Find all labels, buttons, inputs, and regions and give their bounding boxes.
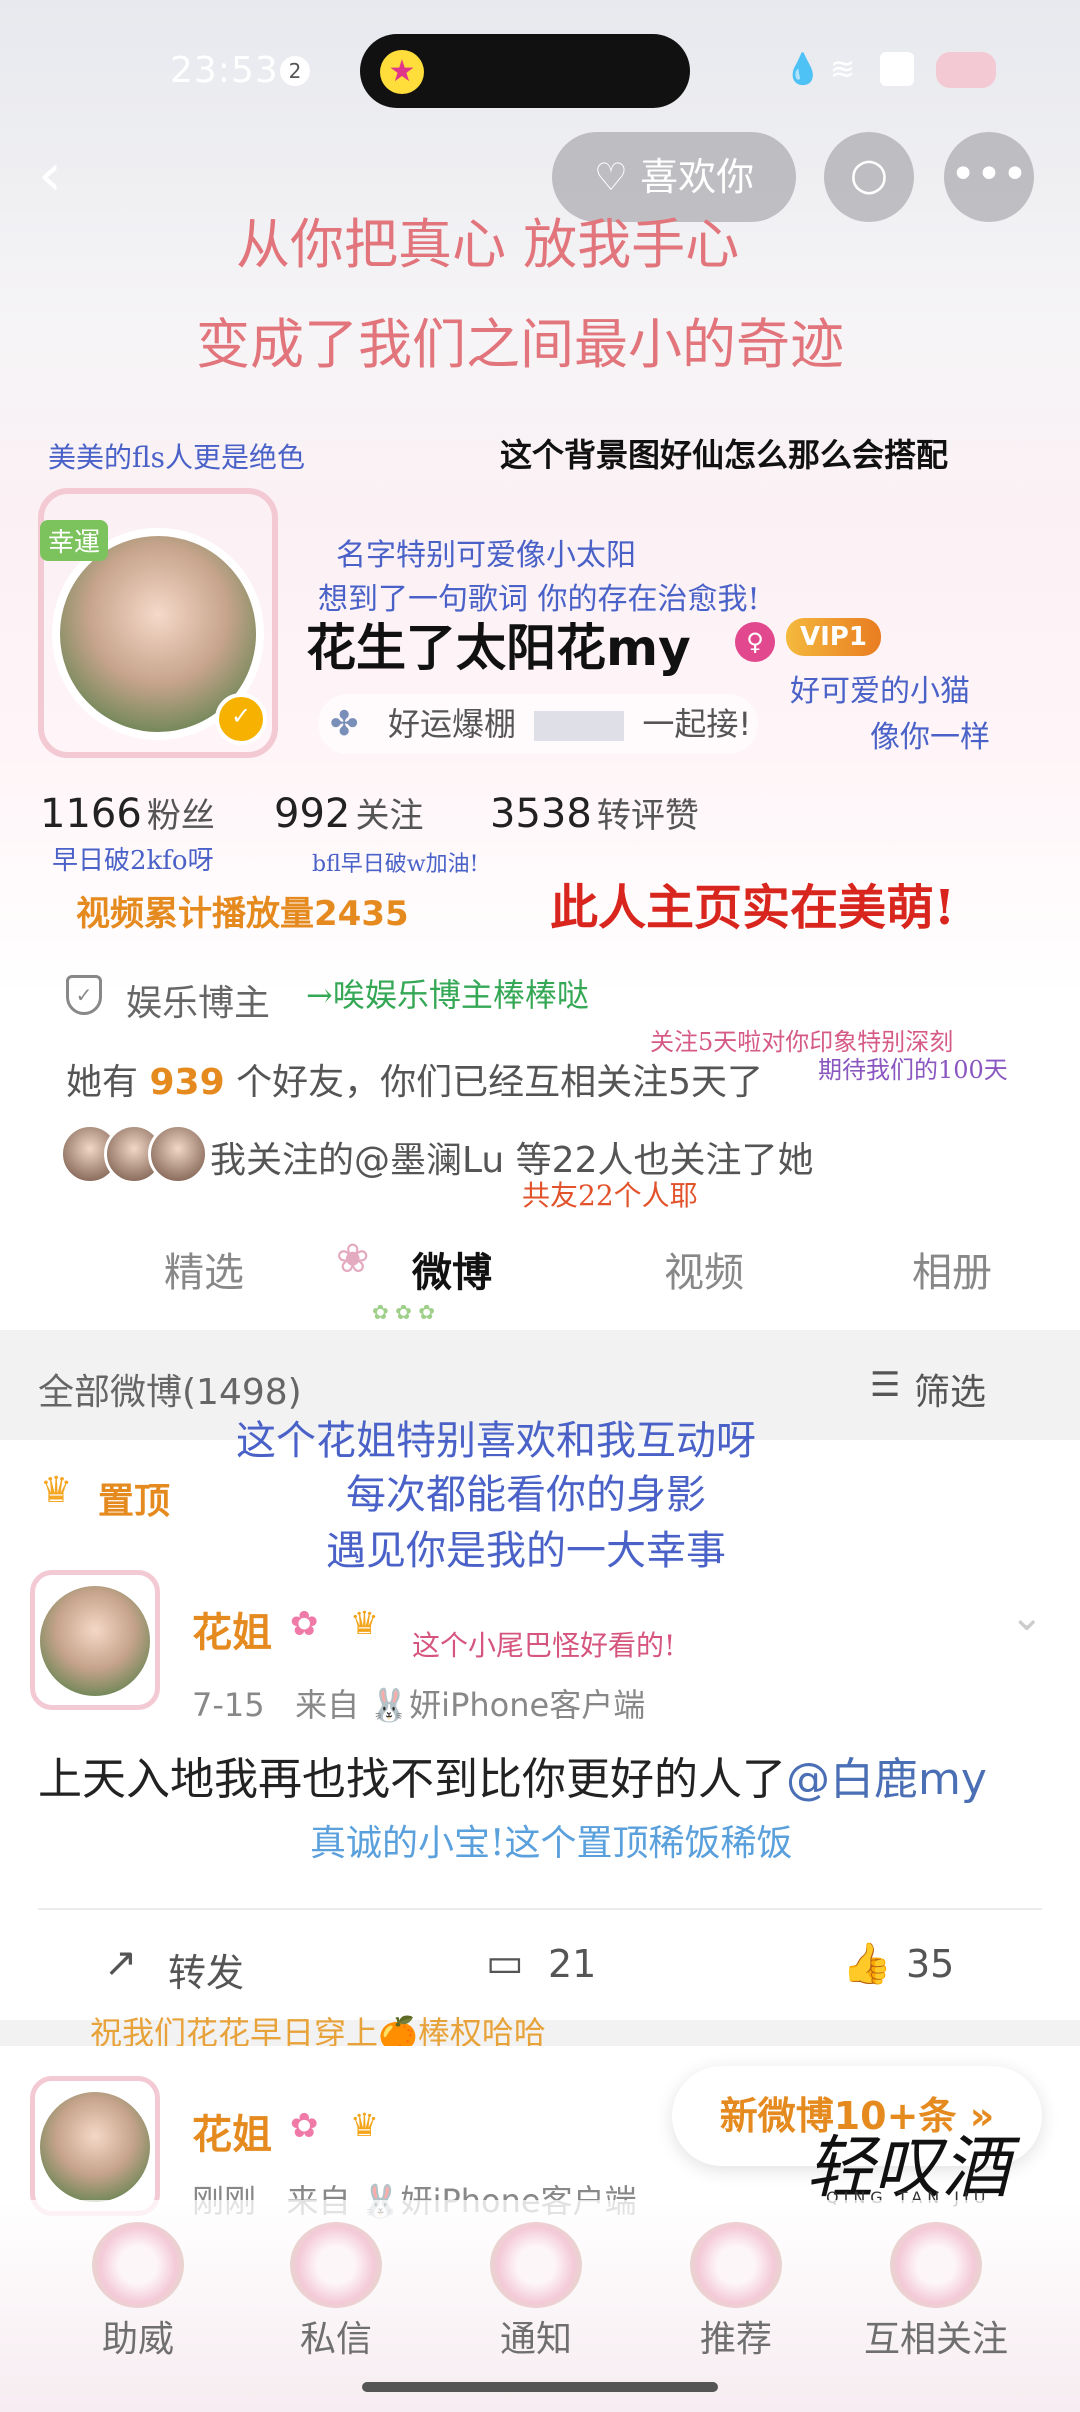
decor-mutual-note: 共友22个人耶 — [522, 1179, 698, 1212]
wifi-icon: ≋ — [830, 52, 856, 87]
clover-icon: ✤ — [330, 704, 359, 744]
search-icon: ○ — [849, 149, 889, 200]
like-count[interactable]: 35 — [906, 1942, 954, 1986]
comment-icon: ▭ — [486, 1940, 524, 1986]
battery-icon — [936, 52, 996, 88]
nav-mutual-follow[interactable]: 互相关注 — [846, 2310, 1026, 2362]
signature-pill[interactable]: 好运爆棚 一起接! — [318, 694, 758, 754]
decor-post-note: 真诚的小宝!这个置顶稀饭稀饭 — [310, 1823, 793, 1864]
nav-cheer[interactable]: 助威 — [48, 2310, 228, 2362]
post-author-name[interactable]: 花姐 — [192, 2102, 272, 2160]
more-button[interactable]: ••• — [944, 132, 1034, 222]
repost-button[interactable]: 转发 — [168, 1942, 244, 1997]
verified-icon: ✓ — [215, 693, 267, 745]
comment-count[interactable]: 21 — [548, 1942, 596, 1986]
post-meta: 7-15 来自 🐰妍iPhone客户端 — [192, 1686, 646, 1724]
signature-text-b: 一起接! — [642, 705, 752, 743]
decor-pin-note-3: 遇见你是我的一大幸事 — [326, 1528, 726, 1574]
thumbs-up-icon: 👍 — [842, 1941, 892, 1987]
decor-pin-note-1: 这个花姐特别喜欢和我互动呀 — [236, 1418, 756, 1464]
decor-days-note-2: 期待我们的100天 — [818, 1056, 1008, 1084]
pinned-label: 置顶 — [98, 1481, 171, 1522]
star-icon: ★ — [380, 50, 424, 94]
signature-text-a: 好运爆棚 — [388, 705, 517, 743]
chevron-down-icon[interactable]: ⌄ — [1010, 1594, 1044, 1640]
mutual-follow-link[interactable]: 我关注的@墨澜Lu 等22人也关注了她 — [210, 1131, 814, 1183]
following-stat[interactable]: 992 关注 — [274, 788, 423, 837]
bunny-icon: ❀ — [336, 1236, 370, 1282]
decor-cat-note-1: 好可爱的小猫 — [790, 674, 970, 709]
decor-category-note: →唉娱乐博主棒棒哒 — [306, 976, 589, 1014]
tab-featured[interactable]: 精选 — [164, 1240, 244, 1298]
flower-icon: ✿ — [290, 1604, 319, 1644]
crown-icon: ♛ — [40, 1470, 73, 1511]
flower-icon: ✿ — [290, 2106, 319, 2146]
hand-heart-icon: ♡ — [593, 155, 641, 199]
decor-lyric-2: 变成了我们之间最小的奇迹 — [196, 313, 844, 376]
signature-redacted — [534, 711, 625, 741]
home-indicator[interactable] — [362, 2382, 718, 2392]
recommend-icon[interactable] — [690, 2222, 782, 2308]
filter-button[interactable]: 筛选 — [914, 1363, 986, 1415]
nav-recommend[interactable]: 推荐 — [646, 2310, 826, 2362]
crown-badge-icon: ♛ — [350, 2106, 379, 2144]
decor-name-note-1: 名字特别可爱像小太阳 — [336, 538, 636, 573]
tab-album[interactable]: 相册 — [912, 1240, 992, 1298]
tab-weibo[interactable]: 微博 — [412, 1240, 492, 1298]
lucky-badge: 幸運 — [40, 520, 109, 561]
decor-cat-note-2: 像你一样 — [870, 720, 990, 755]
female-icon: ♀ — [735, 622, 775, 662]
status-time: 23:53 — [170, 50, 279, 91]
divider — [38, 1908, 1042, 1910]
rabbit-icon: 🐰 — [369, 1686, 410, 1724]
tab-underline-decor: ✿ ✿ ✿ — [372, 1300, 435, 1324]
decor-note-right: 这个背景图好仙怎么那么会搭配 — [500, 436, 949, 474]
post-avatar[interactable] — [36, 2088, 154, 2206]
shield-check-icon: ✓ — [66, 975, 102, 1015]
mention-link[interactable]: @白鹿my — [786, 1754, 987, 1805]
decor-note-left: 美美的fls人更是绝色 — [48, 441, 306, 474]
decor-follow-note: bfl早日破w加油! — [312, 852, 479, 877]
search-button[interactable]: ○ — [824, 132, 914, 222]
decor-pin-note-2: 每次都能看你的身影 — [346, 1472, 706, 1518]
post-body: 上天入地我再也找不到比你更好的人了@白鹿my — [38, 1754, 987, 1805]
decor-cute-note: 此人主页实在美萌! — [550, 880, 956, 936]
cheer-icon[interactable] — [92, 2222, 184, 2308]
message-icon[interactable] — [290, 2222, 382, 2308]
filter-icon: ☰ — [870, 1365, 901, 1405]
post-avatar[interactable] — [36, 1582, 154, 1700]
friends-summary: 她有 939 个好友，你们已经互相关注5天了 — [66, 1062, 763, 1103]
data-icon: 💧 — [784, 52, 822, 87]
profile-name: 花生了太阳花my — [306, 619, 691, 677]
mutual-avatar — [148, 1124, 208, 1184]
tab-video[interactable]: 视频 — [664, 1240, 744, 1298]
category-label: 娱乐博主 — [126, 983, 271, 1024]
post-author-name[interactable]: 花姐 — [192, 1600, 272, 1658]
nav-messages[interactable]: 私信 — [246, 2310, 426, 2362]
notification-icon[interactable] — [490, 2222, 582, 2308]
crown-badge-icon: ♛ — [350, 1604, 379, 1642]
notification-count-badge: 2 — [280, 56, 310, 86]
back-arrow-icon[interactable]: ‹ — [38, 140, 62, 210]
decor-tail-note: 这个小尾巴怪好看的! — [412, 1629, 676, 1662]
fans-stat[interactable]: 1166 粉丝 — [40, 788, 215, 837]
more-dots-icon: ••• — [950, 149, 1028, 200]
engagement-stat[interactable]: 3538 转评赞 — [490, 788, 699, 837]
vip-badge[interactable]: VIP1 — [786, 618, 881, 656]
sim-icon — [880, 52, 914, 86]
decor-fans-note: 早日破2kfo呀 — [52, 846, 214, 876]
mutual-follow-icon[interactable] — [890, 2222, 982, 2308]
video-play-count: 视频累计播放量2435 — [76, 894, 409, 934]
decor-lyric-1: 从你把真心 放我手心 — [236, 213, 740, 276]
nav-notifications[interactable]: 通知 — [446, 2310, 626, 2362]
repost-icon: ↗ — [104, 1940, 138, 1986]
